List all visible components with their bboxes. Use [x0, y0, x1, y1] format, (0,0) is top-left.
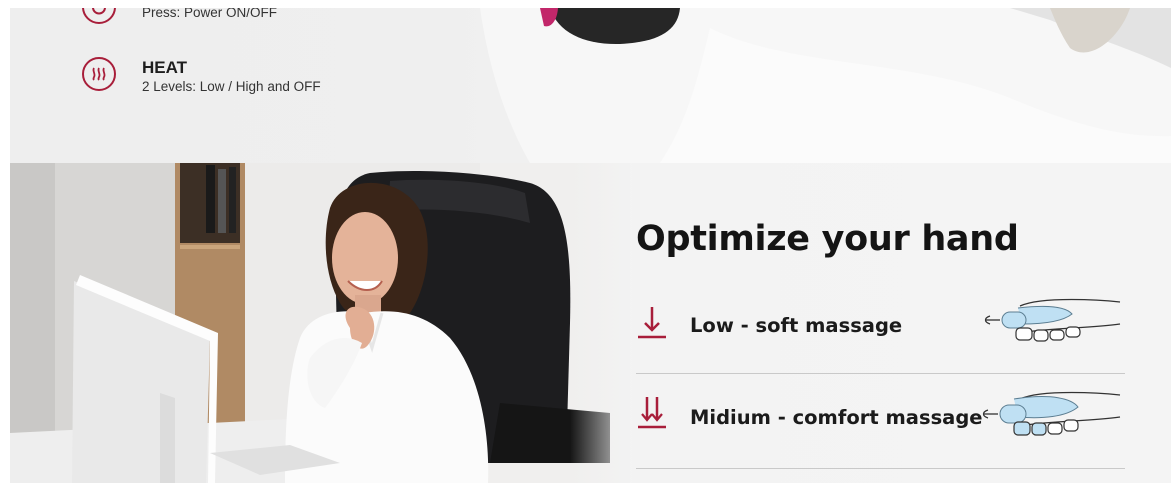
feature-power-desc: Press: Power ON/OFF	[142, 8, 278, 20]
page-frame: Press: Power ON/OFF HEAT 2 Levels: Low /…	[10, 8, 1171, 483]
mode-low: Low - soft massage	[636, 298, 1125, 393]
mode-medium: Midium - comfort massage	[636, 391, 1125, 483]
hand-medium-illustration	[982, 391, 1121, 436]
office-woman-photo	[10, 163, 630, 483]
mode-divider-2	[636, 468, 1125, 469]
hand-low-illustration	[984, 298, 1121, 342]
mode-divider-1	[636, 373, 1125, 374]
features-section: Press: Power ON/OFF HEAT 2 Levels: Low /…	[10, 8, 1171, 163]
heat-waves-icon	[82, 57, 116, 91]
double-arrow-down-icon	[638, 397, 666, 429]
feature-heat-desc: 2 Levels: Low / High and OFF	[142, 79, 321, 94]
optimize-section: Optimize your hand Low - soft massage Mi…	[10, 163, 1171, 483]
mode-medium-label: Midium - comfort massage	[690, 406, 983, 429]
optimize-panel: Optimize your hand Low - soft massage Mi…	[570, 163, 1171, 483]
arrow-down-icon	[638, 307, 666, 339]
section-heading: Optimize your hand	[636, 219, 1019, 259]
mode-low-label: Low - soft massage	[690, 314, 903, 337]
feature-heat-title: HEAT	[142, 58, 188, 77]
